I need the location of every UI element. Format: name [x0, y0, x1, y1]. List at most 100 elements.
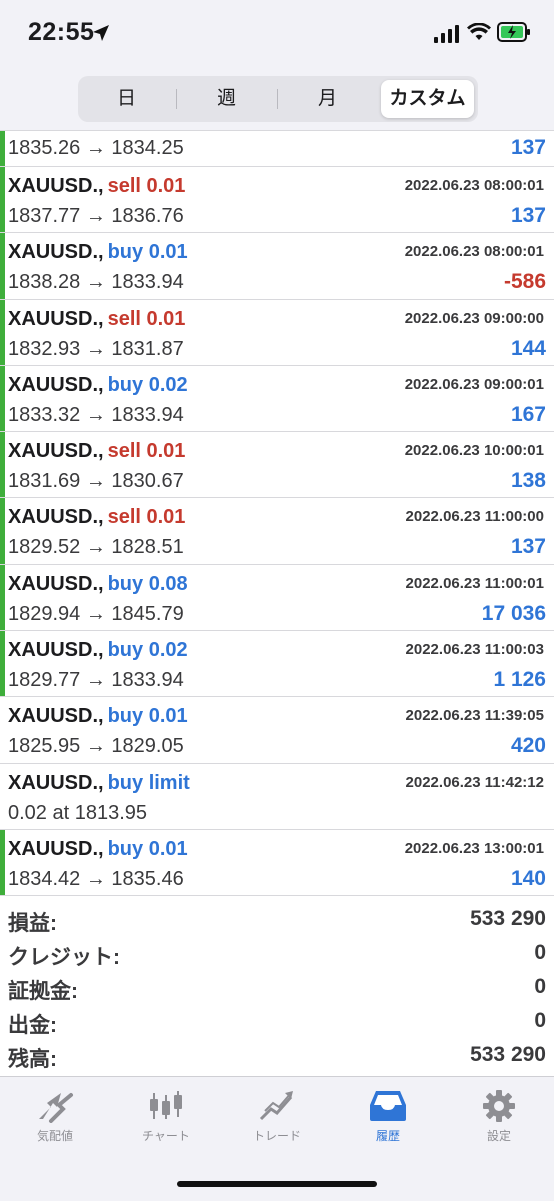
symbol-name: XAUUSD.,: [8, 307, 104, 330]
battery-charging-icon: [497, 22, 530, 42]
closed-position-bar: [0, 631, 5, 697]
history-row[interactable]: XAUUSD., buy 0.01 2022.06.23 11:39:05 1825.…: [0, 697, 554, 764]
trade-profit: 167: [510, 402, 546, 426]
symbol-name: XAUUSD.,: [8, 440, 104, 463]
tab-chart[interactable]: チャート: [111, 1089, 221, 1151]
history-row[interactable]: XAUUSD., sell 0.01 2022.06.23 09:00:00 1832…: [0, 299, 554, 366]
trade-symbol: XAUUSD., sell 0.01: [8, 506, 185, 529]
period-day[interactable]: 日: [78, 76, 175, 122]
symbol-name: XAUUSD.,: [8, 639, 104, 662]
history-row[interactable]: XAUUSD., sell 0.01 2022.06.23 08:00:01 1837…: [0, 167, 554, 234]
history-icon: [370, 1091, 406, 1121]
tab-history[interactable]: 履歴: [333, 1089, 443, 1151]
trade-profit: 420: [510, 734, 546, 758]
cellular-signal-icon: [434, 25, 459, 43]
trade-time: 2022.06.23 09:00:01: [404, 375, 544, 393]
trade-direction: sell 0.01: [107, 440, 186, 463]
trade-profit: 17 036: [481, 601, 546, 625]
home-indicator: [177, 1181, 377, 1187]
trade-profit: 137: [510, 136, 546, 159]
tab-label: チャート: [142, 1129, 190, 1143]
symbol-name: XAUUSD.,: [8, 771, 104, 794]
trade-time: 2022.06.23 08:00:01: [404, 243, 544, 261]
bottom-tab-bar: 気配値 チャート トレード 履歴 設定: [0, 1076, 554, 1201]
tab-label: トレード: [252, 1129, 301, 1143]
summary-row: 証拠金: 0: [0, 972, 554, 1006]
summary-label: 残高:: [8, 1048, 57, 1071]
trade-direction: buy 0.08: [107, 572, 188, 595]
trade-profit: 144: [510, 336, 546, 360]
tab-label: 気配値: [36, 1129, 73, 1143]
trade-prices: 0.02 at 1813.95: [8, 801, 148, 824]
history-row[interactable]: XAUUSD., buy 0.01 2022.06.23 13:00:01 1834.…: [0, 829, 554, 897]
history-row[interactable]: XAUUSD., buy 0.08 2022.06.23 11:00:01 1829.…: [0, 564, 554, 632]
trade-time: 2022.06.23 11:42:12: [405, 773, 544, 791]
trade-profit: 137: [510, 535, 546, 559]
trade-time: 2022.06.23 08:00:01: [404, 177, 544, 194]
tab-trade[interactable]: トレード: [222, 1089, 332, 1151]
history-row[interactable]: XAUUSD., sell 0.01 2022.06.23 11:00:00 1829…: [0, 498, 554, 565]
trade-symbol: XAUUSD., sell 0.01: [8, 440, 185, 463]
quotes-icon: [39, 1093, 73, 1123]
location-arrow-icon: [93, 25, 109, 41]
trade-prices: 1829.77 → 1833.94: [8, 669, 184, 692]
history-row[interactable]: XAUUSD., buy 0.02 2022.06.23 11:00:03 1829.…: [0, 631, 554, 698]
status-bar: 22:55: [0, 0, 554, 68]
closed-position-bar: [0, 299, 5, 365]
history-list: 1835.26 → 1834.25 137 XAUUSD., sell 0.01 2…: [0, 131, 554, 897]
trade-direction: buy 0.02: [107, 639, 188, 662]
summary-row: 出金: 0: [0, 1006, 554, 1040]
trade-direction: buy 0.01: [107, 241, 188, 264]
period-custom[interactable]: カスタム: [381, 80, 474, 118]
trade-time: 2022.06.23 11:00:03: [405, 641, 544, 659]
summary-value: 0: [534, 1009, 546, 1032]
period-month[interactable]: 月: [278, 76, 377, 122]
summary-row: クレジット: 0: [0, 938, 554, 972]
trade-symbol: XAUUSD., buy 0.01: [8, 705, 188, 728]
summary-label: クレジット:: [8, 946, 120, 969]
summary-label: 損益:: [8, 912, 57, 935]
symbol-name: XAUUSD.,: [8, 837, 104, 860]
period-week[interactable]: 週: [177, 76, 276, 122]
summary-value: 533 290: [470, 907, 546, 930]
summary-label: 出金:: [8, 1014, 57, 1037]
account-summary: 損益: 533 290 クレジット: 0 証拠金: 0 出金: 0 残高: 533 290: [0, 904, 554, 1074]
tab-quotes[interactable]: 気配値: [0, 1089, 110, 1151]
tab-label: 履歴: [375, 1129, 400, 1143]
symbol-name: XAUUSD.,: [8, 241, 104, 264]
symbol-name: XAUUSD.,: [8, 506, 104, 529]
trade-symbol: XAUUSD., buy 0.01: [8, 838, 188, 861]
closed-position-bar: [0, 131, 5, 166]
closed-position-bar: [0, 365, 5, 432]
history-row[interactable]: XAUUSD., buy limit 2022.06.23 11:42:12 0.02…: [0, 764, 554, 830]
trade-symbol: XAUUSD., sell 0.01: [8, 308, 185, 331]
trade-time: 2022.06.23 13:00:01: [404, 839, 544, 857]
history-row-partial[interactable]: 1835.26 → 1834.25 137: [0, 131, 554, 167]
trade-profit: 138: [510, 469, 546, 493]
closed-position-bar: [0, 233, 5, 299]
history-row[interactable]: XAUUSD., buy 0.02 2022.06.23 09:00:01 1833.…: [0, 365, 554, 433]
closed-position-bar: [0, 432, 5, 498]
trade-icon: [259, 1091, 293, 1121]
settings-icon: [483, 1090, 515, 1122]
trade-direction: sell 0.01: [107, 506, 186, 529]
symbol-name: XAUUSD.,: [8, 705, 104, 728]
closed-position-bar: [0, 167, 5, 233]
trade-prices: 1829.52 → 1828.51: [8, 536, 184, 559]
summary-value: 533 290: [470, 1043, 546, 1066]
summary-row: 損益: 533 290: [0, 904, 554, 938]
chart-icon: [150, 1091, 182, 1119]
period-segmented-control: 日 週 月 カスタム: [78, 76, 478, 122]
history-row[interactable]: XAUUSD., sell 0.01 2022.06.23 10:00:01 1831…: [0, 432, 554, 499]
trade-prices: 1832.93 → 1831.87: [8, 337, 184, 360]
history-row[interactable]: XAUUSD., buy 0.01 2022.06.23 08:00:01 1838.…: [0, 233, 554, 300]
status-time: 22:55: [28, 18, 95, 46]
closed-position-bar: [0, 498, 5, 564]
trade-prices: 1825.95 → 1829.05: [8, 735, 184, 758]
trade-symbol: XAUUSD., buy 0.02: [8, 639, 188, 662]
summary-label: 証拠金:: [8, 980, 78, 1003]
trade-prices: 1833.32 → 1833.94: [8, 403, 184, 426]
trade-time: 2022.06.23 10:00:01: [404, 442, 544, 460]
tab-settings[interactable]: 設定: [444, 1089, 554, 1151]
trade-prices: 1831.69 → 1830.67: [8, 470, 184, 493]
